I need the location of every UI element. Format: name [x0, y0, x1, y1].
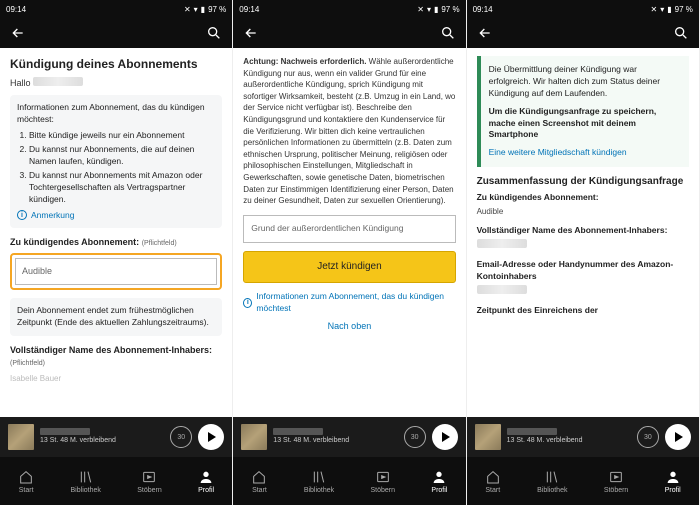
nav-profile[interactable]: Profil [665, 469, 681, 494]
owner-label: Vollständiger Name des Abonnement-Inhabe… [10, 344, 222, 369]
signal-icon: ▮ [201, 5, 205, 14]
nav-browse[interactable]: Stöbern [371, 469, 396, 494]
subscription-field-highlight: Audible [10, 253, 222, 290]
owner-blurred [477, 239, 527, 248]
time-remaining: 13 St. 48 M. verbleibend [40, 437, 164, 445]
info-link[interactable]: iInformationen zum Abonnement, das du kü… [243, 291, 455, 315]
cancel-another-link[interactable]: Eine weitere Mitgliedschaft kündigen [489, 147, 681, 159]
nav-bar: Start Bibliothek Stöbern Profil [233, 457, 465, 505]
back-icon[interactable] [10, 25, 26, 41]
info-item: Bitte kündige jeweils nur ein Abonnement [29, 130, 215, 142]
status-bar: 09:14 ✕▾▮97 % [233, 0, 465, 18]
vibrate-icon: ✕ [184, 5, 191, 14]
reason-input[interactable]: Grund der außerordentlichen Kündigung [243, 215, 455, 243]
nav-start[interactable]: Start [251, 469, 267, 494]
cover-thumbnail[interactable] [8, 424, 34, 450]
summary-owner: Vollständiger Name des Abonnement-Inhabe… [477, 225, 689, 251]
info-item: Du kannst nur Abonnements mit Amazon ode… [29, 170, 215, 206]
nav-library[interactable]: Bibliothek [304, 469, 334, 494]
field-label: Zu kündigendes Abonnement: (Pflichtfeld) [10, 236, 222, 249]
app-bar [0, 18, 232, 48]
player-text: 13 St. 48 M. verbleibend [40, 428, 164, 445]
note-link[interactable]: iAnmerkung [17, 210, 215, 222]
summary-title: Zusammenfassung der Kündigungsanfrage [477, 175, 689, 189]
info-head: Informationen zum Abonnement, das du kün… [17, 102, 215, 126]
nav-profile[interactable]: Profil [198, 469, 214, 494]
screen-cancellation-form: 09:14 ✕ ▾ ▮ 97 % Kündigung deines Abonne… [0, 0, 233, 505]
back-to-top-link[interactable]: Nach oben [243, 320, 455, 333]
info-icon: i [243, 298, 252, 308]
play-button[interactable] [432, 424, 458, 450]
screen-cancellation-success: 09:14 ✕▾▮97 % Die Übermittlung deiner Kü… [467, 0, 700, 505]
rewind-button[interactable]: 30 [170, 426, 192, 448]
content-area: Die Übermittlung deiner Kündigung war er… [467, 48, 699, 417]
status-bar: 09:14 ✕ ▾ ▮ 97 % [0, 0, 232, 18]
email-blurred [477, 285, 527, 294]
track-title-blurred [40, 428, 90, 435]
summary-timestamp: Zeitpunkt des Einreichens der [477, 305, 689, 317]
wifi-icon: ▾ [194, 5, 198, 14]
greeting-line: Hallo [10, 77, 222, 90]
nav-bar: Start Bibliothek Stöbern Profil [467, 457, 699, 505]
end-date-hint: Dein Abonnement endet zum frühestmöglich… [10, 298, 222, 336]
success-box: Die Übermittlung deiner Kündigung war er… [477, 56, 689, 167]
cover-thumbnail[interactable] [241, 424, 267, 450]
nav-start[interactable]: Start [485, 469, 501, 494]
nav-bar: Start Bibliothek Stöbern Profil [0, 457, 232, 505]
nav-profile[interactable]: Profil [431, 469, 447, 494]
subscription-input[interactable]: Audible [15, 258, 217, 285]
info-item: Du kannst nur Abonnements, die auf deine… [29, 144, 215, 168]
mini-player[interactable]: 13 St. 48 M. verbleibend 30 [0, 417, 232, 457]
search-icon[interactable] [673, 25, 689, 41]
warning-text: Achtung: Nachweis erforderlich. Wähle au… [243, 56, 455, 207]
app-bar [467, 18, 699, 48]
play-icon [208, 432, 216, 442]
search-icon[interactable] [440, 25, 456, 41]
status-time: 09:14 [473, 5, 493, 14]
cancel-now-button[interactable]: Jetzt kündigen [243, 251, 455, 283]
status-bar: 09:14 ✕▾▮97 % [467, 0, 699, 18]
app-bar [233, 18, 465, 48]
status-right: ✕ ▾ ▮ 97 % [184, 5, 226, 14]
nav-library[interactable]: Bibliothek [537, 469, 567, 494]
rewind-button[interactable]: 30 [637, 426, 659, 448]
content-area: Achtung: Nachweis erforderlich. Wähle au… [233, 48, 465, 417]
success-message: Die Übermittlung deiner Kündigung war er… [489, 64, 681, 100]
mini-player[interactable]: 13 St. 48 M. verbleibend 30 [233, 417, 465, 457]
back-icon[interactable] [477, 25, 493, 41]
status-time: 09:14 [6, 5, 26, 14]
info-icon: i [17, 210, 27, 220]
info-box: Informationen zum Abonnement, das du kün… [10, 95, 222, 228]
battery-text: 97 % [208, 5, 226, 14]
screen-confirm-cancel: 09:14 ✕▾▮97 % Achtung: Nachweis erforder… [233, 0, 466, 505]
play-button[interactable] [665, 424, 691, 450]
play-button[interactable] [198, 424, 224, 450]
page-title: Kündigung deines Abonnements [10, 56, 222, 73]
cover-thumbnail[interactable] [475, 424, 501, 450]
content-area: Kündigung deines Abonnements Hallo Infor… [0, 48, 232, 417]
status-time: 09:14 [239, 5, 259, 14]
nav-library[interactable]: Bibliothek [71, 469, 101, 494]
user-name-blurred [33, 77, 83, 86]
nav-start[interactable]: Start [18, 469, 34, 494]
nav-browse[interactable]: Stöbern [137, 469, 162, 494]
search-icon[interactable] [206, 25, 222, 41]
nav-browse[interactable]: Stöbern [604, 469, 629, 494]
summary-subscription: Zu kündigendes Abonnement:Audible [477, 192, 689, 217]
back-icon[interactable] [243, 25, 259, 41]
mini-player[interactable]: 13 St. 48 M. verbleibend 30 [467, 417, 699, 457]
summary-email: Email-Adresse oder Handynummer des Amazo… [477, 259, 689, 297]
screenshot-hint: Um die Kündigungsanfrage zu speichern, m… [489, 106, 681, 142]
rewind-button[interactable]: 30 [404, 426, 426, 448]
owner-value: Isabelle Bauer [10, 373, 222, 384]
